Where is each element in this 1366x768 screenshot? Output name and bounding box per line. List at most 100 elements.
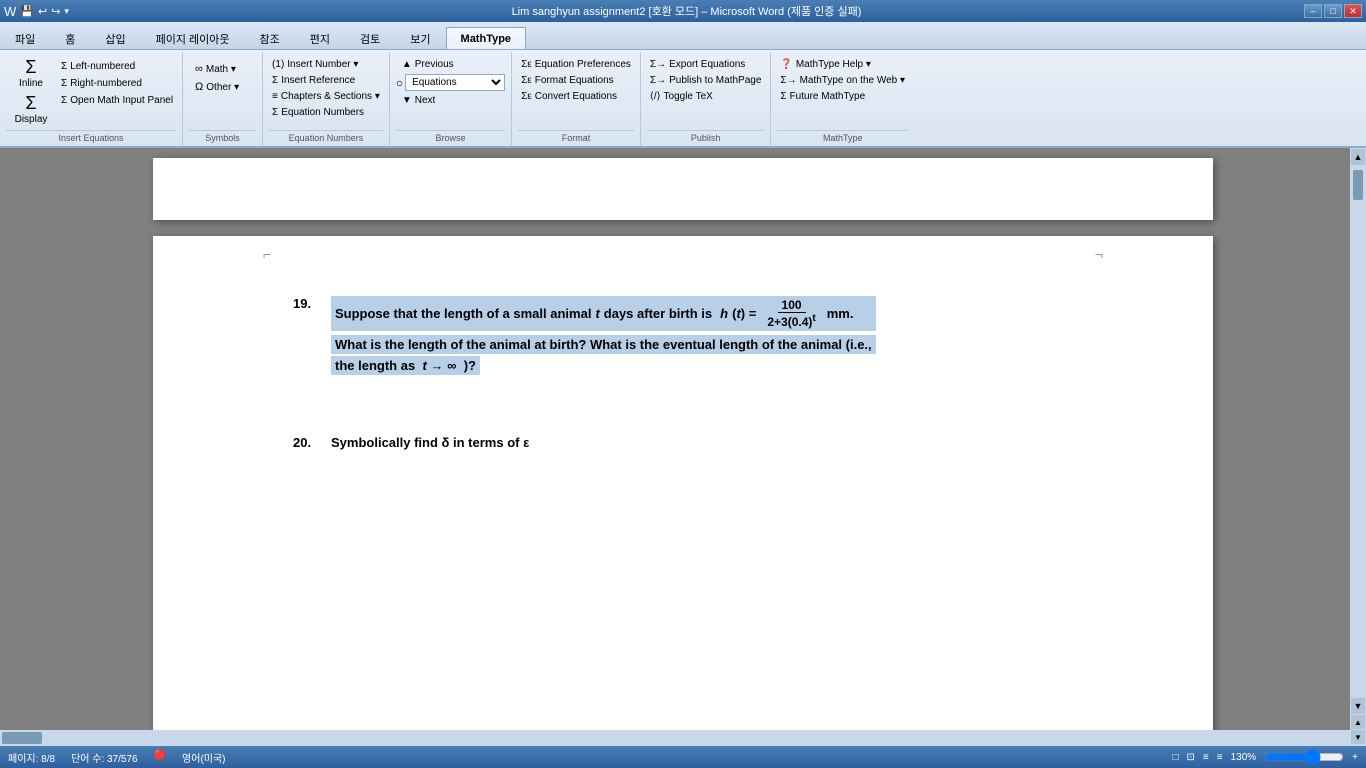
publish-label: Publish xyxy=(647,130,764,144)
other-icon: Ω xyxy=(195,81,203,93)
left-numbered-label: Left-numbered xyxy=(70,61,135,72)
left-numbered-btn[interactable]: Σ Left-numbered xyxy=(58,60,176,73)
scroll-prev-small[interactable]: ▲ xyxy=(1351,715,1365,729)
zoom-slider[interactable] xyxy=(1264,751,1344,763)
close-btn[interactable]: ✕ xyxy=(1344,4,1362,18)
tab-references[interactable]: 참조 xyxy=(245,27,295,49)
view-outline-icon[interactable]: ≡ xyxy=(1217,752,1223,763)
inline-label: Inline xyxy=(19,78,43,89)
problem-19-container: 19. Suppose that the length of a small a… xyxy=(293,296,1073,375)
mathtype-web-btn[interactable]: Σ→ MathType on the Web ▾ xyxy=(777,74,908,87)
undo-btn[interactable]: ↩ xyxy=(38,5,47,18)
display-label: Display xyxy=(15,114,48,125)
insert-reference-btn[interactable]: Σ Insert Reference xyxy=(269,74,358,87)
convert-equations-label: Convert Equations xyxy=(535,91,617,102)
tab-mailings[interactable]: 편지 xyxy=(295,27,345,49)
minimize-btn[interactable]: – xyxy=(1304,4,1322,18)
tab-view[interactable]: 보기 xyxy=(395,27,445,49)
tab-layout[interactable]: 페이지 레이아웃 xyxy=(141,27,245,49)
right-numbered-btn[interactable]: Σ Right-numbered xyxy=(58,77,176,90)
document-area: ⌐ ¬ 19. Suppose that the length of a sma… xyxy=(0,148,1366,746)
convert-equations-btn[interactable]: Σε Convert Equations xyxy=(518,90,620,103)
equation-preferences-btn[interactable]: Σε Equation Preferences xyxy=(518,58,634,71)
quick-save[interactable]: 💾 xyxy=(20,5,34,18)
view-normal-icon[interactable]: □ xyxy=(1172,752,1178,763)
scroll-bottom-btns: ▲ ▼ xyxy=(1351,715,1365,744)
eq-numbers-label: Equation Numbers xyxy=(269,130,383,144)
publish-mathpage-icon: Σ→ xyxy=(650,75,666,86)
spell-icon: 🔴 xyxy=(154,750,166,765)
page-info: 페이지: 8/8 xyxy=(8,750,55,765)
insert-equations-items: Σ Inline Σ Display Σ Left-numbered Σ Rig… xyxy=(6,54,176,130)
format-label: Format xyxy=(518,130,634,144)
insert-reference-label: Insert Reference xyxy=(281,75,355,86)
toggle-tex-btn[interactable]: ⟨/⟩ Toggle TeX xyxy=(647,90,716,103)
next-btn[interactable]: ▼ Next xyxy=(396,94,441,107)
insert-number-icon: (1) xyxy=(272,59,284,70)
tab-home[interactable]: 홈 xyxy=(50,27,90,49)
problem-19-var-t: t xyxy=(595,306,599,321)
group-symbols: ∞ Math ▾ Ω Other ▾ Symbols xyxy=(183,52,263,146)
page-main: ⌐ ¬ 19. Suppose that the length of a sma… xyxy=(153,236,1213,736)
browse-circle-icon: ○ xyxy=(396,76,403,90)
scrollbar-horizontal xyxy=(0,730,1350,746)
scroll-next-small[interactable]: ▼ xyxy=(1351,730,1365,744)
future-mathtype-btn[interactable]: Σ Future MathType xyxy=(777,90,868,103)
symbols-items: ∞ Math ▾ Ω Other ▾ xyxy=(189,54,256,130)
format-equations-btn[interactable]: Σε Format Equations xyxy=(518,74,617,87)
display-btn[interactable]: Σ Display xyxy=(6,92,56,127)
toggle-tex-icon: ⟨/⟩ xyxy=(650,91,661,102)
inline-btn[interactable]: Σ Inline xyxy=(6,56,56,91)
format-equations-icon: Σε xyxy=(521,75,532,86)
maximize-btn[interactable]: □ xyxy=(1324,4,1342,18)
tab-file[interactable]: 파일 xyxy=(0,27,50,49)
group-insert-equations: Σ Inline Σ Display Σ Left-numbered Σ Rig… xyxy=(0,52,183,146)
scroll-thumb[interactable] xyxy=(1353,170,1363,200)
open-math-icon: Σ xyxy=(61,95,67,106)
h-scroll-thumb[interactable] xyxy=(2,732,42,744)
browse-items: ▲ Previous ○ Equations Inline Equations … xyxy=(396,54,505,130)
title-bar-left: W 💾 ↩ ↪ ▾ xyxy=(4,4,69,19)
export-equations-label: Export Equations xyxy=(669,59,745,70)
status-left: 페이지: 8/8 단어 수: 37/576 🔴 영어(미국) xyxy=(8,750,226,765)
publish-mathpage-btn[interactable]: Σ→ Publish to MathPage xyxy=(647,74,764,87)
browse-select[interactable]: Equations Inline Equations Display Equat… xyxy=(405,74,505,91)
scrollbar-vertical: ▲ ▼ ▲ ▼ xyxy=(1350,148,1366,746)
equation-preferences-label: Equation Preferences xyxy=(535,59,631,70)
insert-equations-label: Insert Equations xyxy=(6,130,176,144)
page-top xyxy=(153,158,1213,220)
tab-mathtype[interactable]: MathType xyxy=(446,27,527,49)
equation-preferences-icon: Σε xyxy=(521,59,532,70)
symbols-label: Symbols xyxy=(189,130,256,144)
tab-review[interactable]: 검토 xyxy=(345,27,395,49)
view-full-icon[interactable]: ⊡ xyxy=(1187,752,1195,763)
format-items: Σε Equation Preferences Σε Format Equati… xyxy=(518,54,634,130)
export-equations-btn[interactable]: Σ→ Export Equations xyxy=(647,58,748,71)
equation-numbers-icon: Σ xyxy=(272,107,278,118)
problem-19-text4: the length as xyxy=(335,358,415,373)
status-right: □ ⊡ ≡ ≡ 130% + xyxy=(1172,751,1358,763)
previous-label: Previous xyxy=(415,59,454,70)
math-btn[interactable]: ∞ Math ▾ xyxy=(189,62,242,76)
insert-number-btn[interactable]: (1) Insert Number ▾ xyxy=(269,58,361,71)
problem-19-text3: What is the length of the animal at birt… xyxy=(335,337,872,352)
redo-btn[interactable]: ↪ xyxy=(51,5,60,18)
previous-btn[interactable]: ▲ Previous xyxy=(396,58,460,71)
zoom-in-btn[interactable]: + xyxy=(1352,752,1358,763)
open-math-btn[interactable]: Σ Open Math Input Panel xyxy=(58,94,176,107)
math-icon: ∞ xyxy=(195,63,203,75)
equation-numbers-btn[interactable]: Σ Equation Numbers xyxy=(269,106,367,119)
mathtype-web-icon: Σ→ xyxy=(780,75,796,86)
chapters-sections-btn[interactable]: ≡ Chapters & Sections ▾ xyxy=(269,90,383,103)
fraction-denominator: 2+3(0.4)t xyxy=(763,313,819,329)
corner-mark-tl: ⌐ xyxy=(263,246,271,262)
mathtype-help-btn[interactable]: ❓ MathType Help ▾ xyxy=(777,58,874,71)
other-btn[interactable]: Ω Other ▾ xyxy=(189,80,245,94)
right-numbered-icon: Σ xyxy=(61,78,67,89)
insert-reference-icon: Σ xyxy=(272,75,278,86)
eq-numbers-items: (1) Insert Number ▾ Σ Insert Reference ≡… xyxy=(269,54,383,130)
scroll-up-btn[interactable]: ▲ xyxy=(1351,149,1365,165)
tab-insert[interactable]: 삽입 xyxy=(90,27,140,49)
view-web-icon[interactable]: ≡ xyxy=(1203,752,1209,763)
scroll-down-btn[interactable]: ▼ xyxy=(1351,698,1365,714)
